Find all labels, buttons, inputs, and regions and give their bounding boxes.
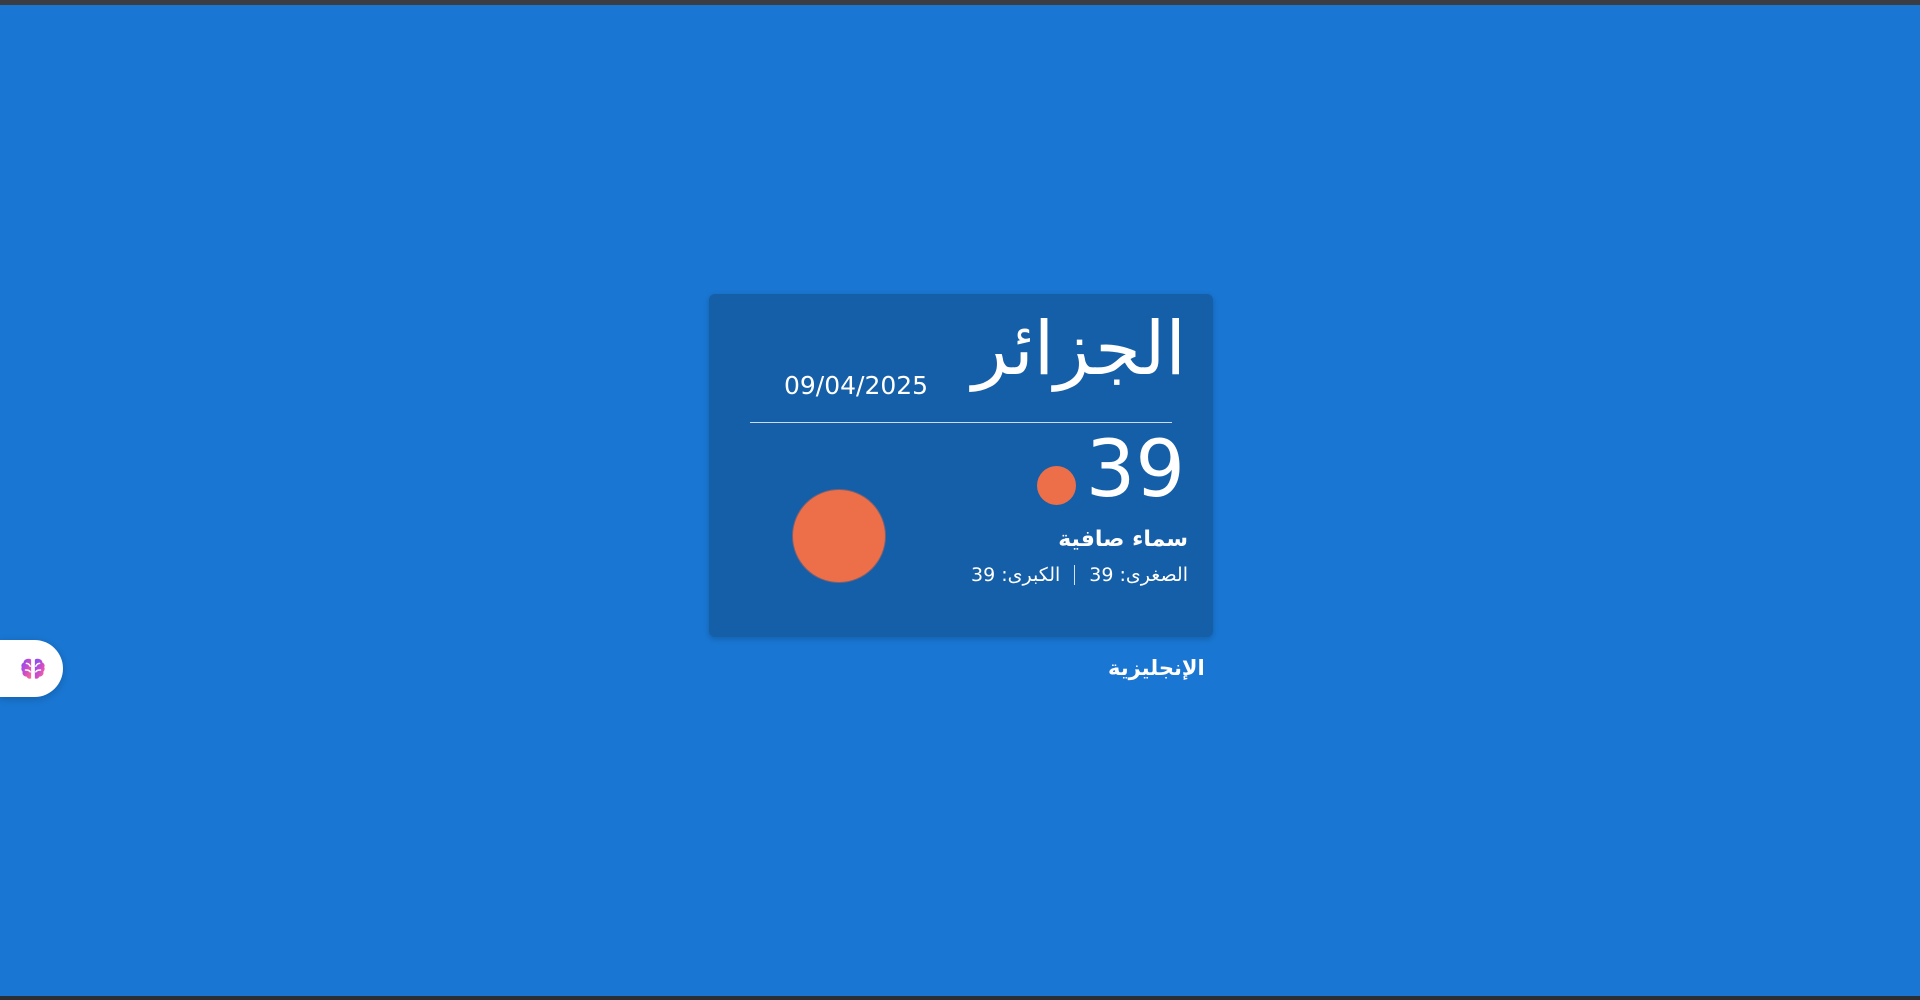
city-name: الجزائر	[972, 306, 1186, 392]
min-max-temperatures: الصغرى: 39 الكبرى: 39	[971, 565, 1188, 585]
max-temperature: الكبرى: 39	[971, 563, 1061, 586]
assistant-widget-button[interactable]	[0, 640, 63, 697]
browser-bottom-strip	[0, 996, 1920, 1000]
weather-condition: سماء صافية	[1058, 527, 1188, 552]
browser-top-strip	[0, 0, 1920, 5]
english-language-link[interactable]: الإنجليزية	[1108, 656, 1205, 680]
sun-icon	[793, 490, 885, 582]
temperature-indicator-icon	[1037, 466, 1076, 505]
weather-date: 09/04/2025	[784, 371, 929, 400]
min-max-separator	[1074, 565, 1076, 585]
min-temperature: الصغرى: 39	[1089, 563, 1188, 586]
weather-card: الجزائر 09/04/2025 39 سماء صافية الصغرى:…	[709, 294, 1213, 637]
current-temperature: 39	[1085, 425, 1185, 515]
card-divider	[750, 422, 1172, 423]
brain-icon	[20, 658, 45, 679]
